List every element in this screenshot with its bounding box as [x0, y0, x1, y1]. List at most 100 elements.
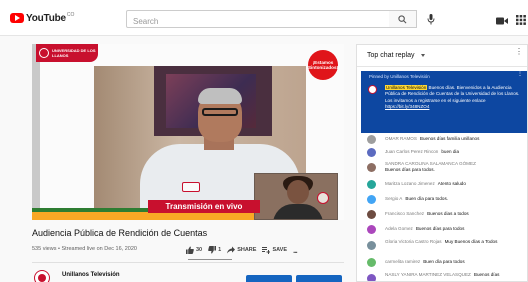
university-logo-text: UNIVERSIDAD DE LOS LLANOS	[52, 48, 96, 58]
pinned-message-link[interactable]: https://bit.ly/348NZO4	[385, 104, 429, 109]
join-button[interactable]	[246, 275, 292, 282]
yellow-stripe	[32, 212, 271, 220]
masthead: YouTube CO	[0, 0, 528, 36]
chat-text: buen dia	[441, 149, 460, 154]
chat-text: Buenos días para todos.	[385, 167, 435, 172]
live-chat-panel: Top chat replay ⋮ Pinned by Unillanos Te…	[356, 44, 528, 282]
chat-author[interactable]: OMAR RAMOS	[385, 136, 417, 141]
apps-button[interactable]	[516, 12, 526, 25]
channel-name[interactable]: Unillanos Televisión	[62, 272, 120, 278]
logo-text: YouTube	[26, 12, 66, 24]
shirt-logo-left	[182, 182, 200, 192]
channel-avatar[interactable]	[34, 270, 50, 282]
chat-message-content: Juan Carlos Perez Rincon buen dia	[385, 149, 525, 155]
sentiment-bar	[188, 259, 232, 260]
chat-author[interactable]: Adela Gomez	[385, 226, 413, 231]
chat-text: Buenos dias a todos	[427, 211, 469, 216]
university-logo: UNIVERSIDAD DE LOS LLANOS	[36, 44, 98, 62]
pinned-menu-icon[interactable]: ⋮	[517, 71, 523, 77]
chat-author[interactable]: Gloria Victoria Castro Rojas	[385, 239, 442, 244]
chevron-down-icon[interactable]	[421, 54, 425, 57]
logo-region: CO	[66, 12, 75, 18]
chat-avatar[interactable]	[367, 258, 376, 267]
search-button[interactable]	[389, 10, 417, 28]
search-icon	[398, 14, 407, 23]
chat-header: Top chat replay ⋮	[357, 45, 527, 67]
share-icon	[227, 246, 236, 254]
chat-author[interactable]: Maritza Lozano Jimenez	[385, 181, 435, 186]
chat-message-content: Francisco Sanchez Buenos dias a todos	[385, 211, 525, 217]
youtube-play-icon	[10, 13, 24, 23]
search-input[interactable]	[127, 13, 389, 30]
sintonizados-badge-text: ¡Estamos Sintonizados!	[307, 60, 339, 70]
dislike-button[interactable]: 1	[208, 246, 221, 254]
live-banner: Transmisión en vivo	[148, 200, 260, 213]
interpreter-logo	[317, 192, 329, 204]
pinned-message: Pinned by Unillanos Televisión ⋮ Unillan…	[361, 71, 527, 133]
subscribe-button[interactable]	[296, 275, 342, 282]
video-title: Audiencia Pública de Rendición de Cuenta…	[32, 228, 208, 238]
speaker-glasses	[202, 108, 238, 116]
chat-avatar[interactable]	[367, 163, 376, 172]
chat-message-content: SANDRA CAROLINA SALAMANCA GÓMEZ Buenos dí…	[385, 161, 525, 173]
speaker-hair	[198, 88, 242, 104]
save-to-playlist-icon	[262, 247, 271, 254]
chat-text: Buen día para todos	[423, 259, 465, 264]
video-actions: 30 1 SHARE SAVE ...	[186, 244, 298, 256]
dislike-count: 1	[218, 247, 222, 253]
pinned-author-avatar	[368, 85, 377, 94]
chat-message-content: OMAR RAMOS Buenos días familia unillanos	[385, 136, 525, 142]
chat-author[interactable]: SANDRA CAROLINA SALAMANCA GÓMEZ	[385, 161, 476, 166]
sintonizados-badge: ¡Estamos Sintonizados!	[308, 50, 338, 80]
like-button[interactable]: 30	[186, 246, 202, 254]
thumbs-down-icon	[208, 246, 217, 254]
chat-message-content: Gloria Victoria Castro Rojas Muy Buenos d…	[385, 239, 525, 245]
interpreter-head	[287, 180, 309, 204]
video-frame-accent	[32, 44, 40, 220]
create-video-button[interactable]	[496, 13, 508, 25]
youtube-logo[interactable]: YouTube CO	[10, 11, 74, 25]
chat-author[interactable]: Sergio A	[385, 196, 402, 201]
chat-text: Buenos días para todos	[415, 226, 465, 231]
chat-avatar[interactable]	[367, 180, 376, 189]
video-player[interactable]: UNIVERSIDAD DE LOS LLANOS ¡Estamos Sinto…	[32, 44, 344, 220]
chat-text: Muy Buenos días a Todos	[444, 239, 498, 244]
more-actions-button[interactable]: ...	[293, 246, 298, 255]
interpreter-body	[273, 204, 323, 219]
create-video-icon	[496, 17, 508, 25]
chat-message-content: Sergio A Buen día para todos.	[385, 196, 525, 202]
save-label: SAVE	[272, 247, 288, 253]
chat-avatar[interactable]	[367, 195, 376, 204]
actions-divider	[32, 262, 344, 263]
youtube-watch-page: YouTube CO Search UNIVERSIDAD DE LOS LLA…	[0, 0, 528, 282]
chat-avatar[interactable]	[367, 135, 376, 144]
chat-avatar[interactable]	[367, 241, 376, 250]
chat-author[interactable]: NASLY YANIRA MARTINEZ VELASQUEZ	[385, 272, 471, 277]
chat-text: Atento saludo	[437, 181, 466, 186]
chat-avatar[interactable]	[367, 148, 376, 157]
thumbs-up-icon	[186, 246, 194, 254]
chat-text: Buenos días	[473, 272, 500, 277]
apps-icon	[516, 15, 526, 25]
chat-author[interactable]: Juan Carlos Perez Rincon	[385, 149, 438, 154]
university-seal-icon	[39, 48, 49, 58]
pinned-author-name: Unillanos Televisión	[385, 85, 428, 90]
chat-avatar[interactable]	[367, 225, 376, 234]
chat-avatar[interactable]	[367, 210, 376, 219]
chat-author[interactable]: Francisco Sanchez	[385, 211, 424, 216]
chat-author[interactable]: carmelita ramirez	[385, 259, 420, 264]
chat-avatar[interactable]	[367, 274, 376, 281]
chat-menu-icon[interactable]: ⋮	[515, 48, 523, 56]
chat-message-content: NASLY YANIRA MARTINEZ VELASQUEZ Buenos dí…	[385, 272, 525, 278]
share-label: SHARE	[237, 247, 257, 253]
chat-mode-selector[interactable]: Top chat replay	[367, 52, 414, 59]
pinned-label: Pinned by Unillanos Televisión	[369, 74, 430, 79]
pinned-message-body: Unillanos Televisión Buenos días. Bienve…	[385, 85, 521, 110]
share-button[interactable]: SHARE	[227, 246, 256, 254]
chat-text: Buenos días familia unillanos	[419, 136, 480, 141]
save-button[interactable]: SAVE	[262, 246, 287, 254]
voice-search-button[interactable]	[424, 12, 438, 26]
like-count: 30	[196, 247, 203, 253]
search-box[interactable]	[126, 10, 390, 30]
mic-icon	[427, 13, 435, 24]
